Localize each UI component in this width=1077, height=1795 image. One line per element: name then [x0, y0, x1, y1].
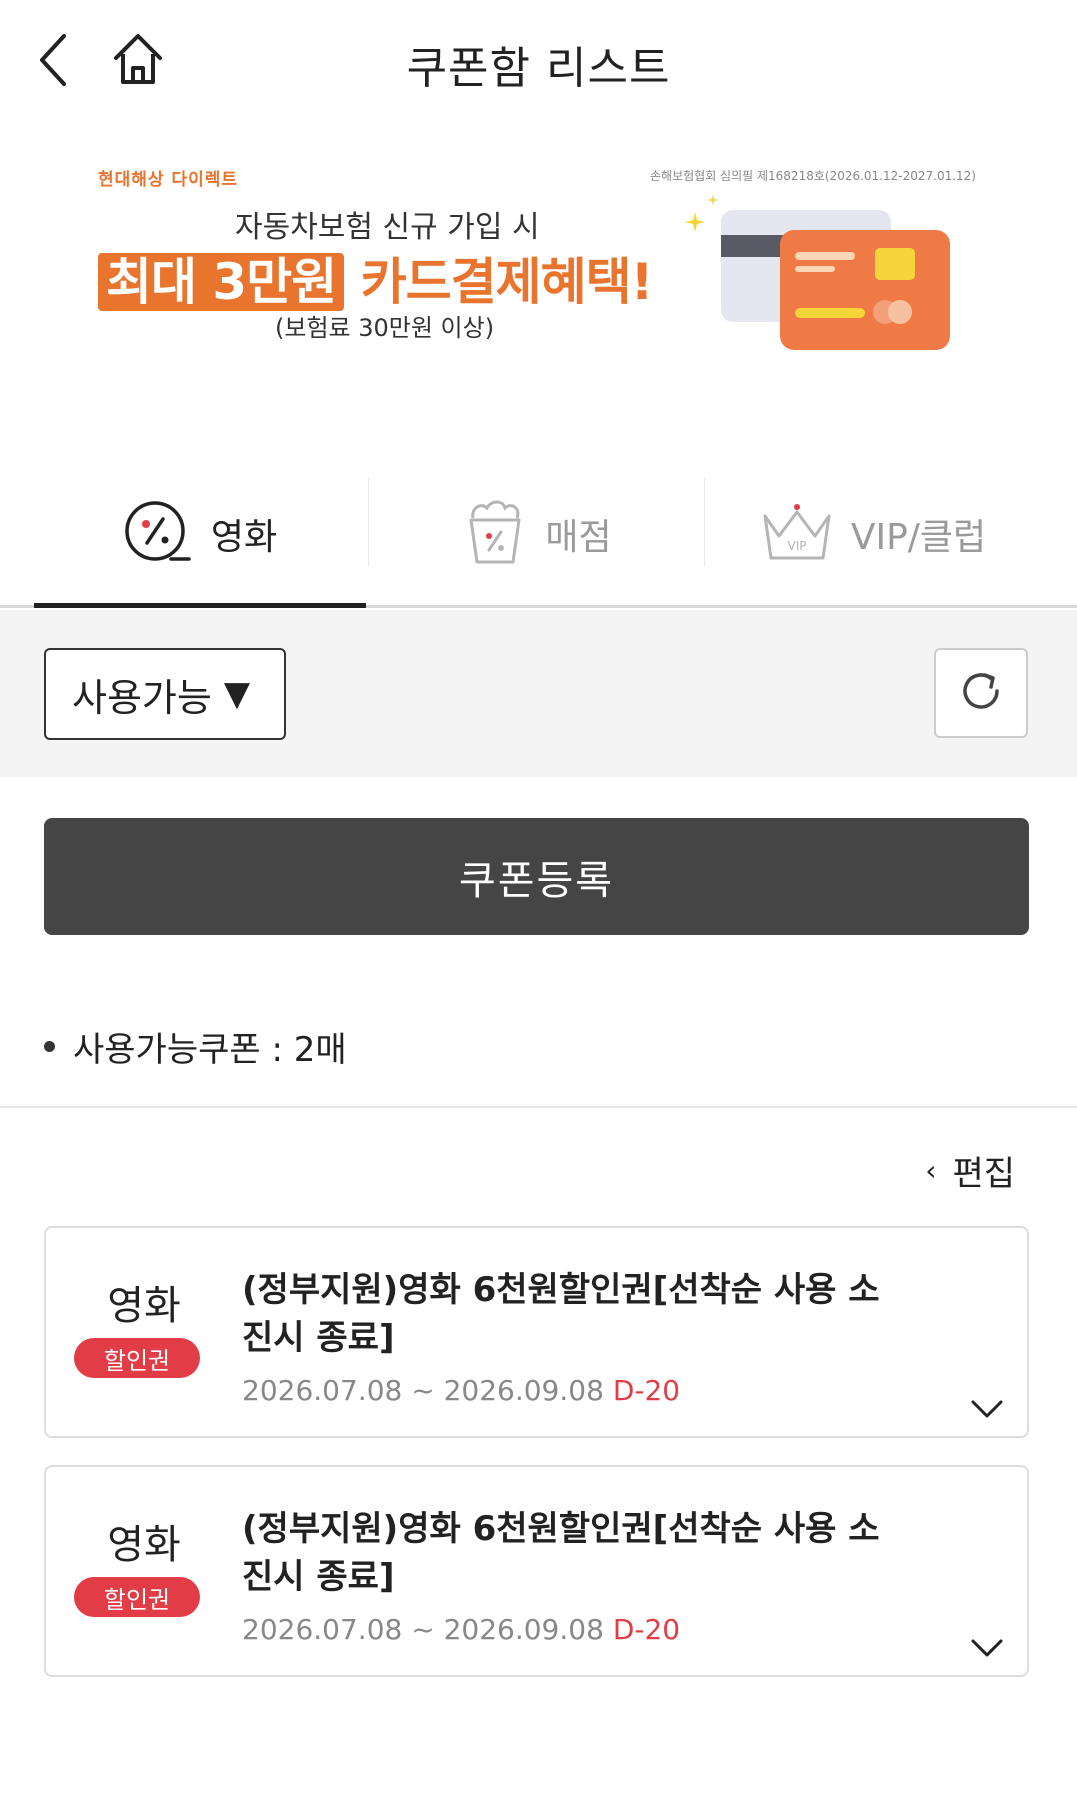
dropdown-arrow-icon: ▼: [223, 674, 250, 714]
coupon-category: 영화: [107, 1283, 181, 1329]
svg-text:VIP: VIP: [787, 539, 806, 553]
coupon-type-badge: 할인권: [74, 1577, 200, 1617]
popcorn-icon: [463, 496, 527, 572]
page-title: 쿠폰함 리스트: [406, 43, 671, 94]
tab-vip-club[interactable]: VIP VIP/클럽: [706, 460, 1041, 608]
tab-store[interactable]: 매점: [370, 460, 705, 608]
coupon-item[interactable]: 영화 할인권 (정부지원)영화 6천원할인권[선착순 사용 소진시 종료] 20…: [44, 1465, 1029, 1677]
promo-banner[interactable]: 현대해상 다이렉트 손해보험협회 심의필 제168218호(2026.01.12…: [80, 150, 1000, 370]
coupon-validity: 2026.07.08 ~ 2026.09.08 D-20: [242, 1613, 680, 1646]
tab-movie[interactable]: 영화: [34, 460, 366, 608]
refresh-icon: [957, 667, 1005, 719]
coupon-title: (정부지원)영화 6천원할인권[선착순 사용 소진시 종료]: [242, 1270, 880, 1358]
coupon-dday: D-20: [612, 1613, 681, 1646]
available-coupon-count-text: 사용가능쿠폰 : 2매: [73, 1030, 347, 1070]
bullet-icon: [44, 1041, 55, 1052]
edit-label: 편집: [952, 1154, 1015, 1194]
vip-crown-icon: VIP: [761, 502, 833, 566]
app-header: 쿠폰함 리스트: [0, 0, 1077, 122]
coupon-period: 2026.07.08 ~ 2026.09.08: [242, 1613, 604, 1646]
coupon-period: 2026.07.08 ~ 2026.09.08: [242, 1374, 604, 1407]
banner-condition: (보험료 30만원 이상): [275, 314, 495, 342]
banner-offer-highlight: 최대 3만원: [98, 253, 345, 311]
status-value: 사용가능: [72, 675, 212, 720]
discount-ticket-icon: [123, 497, 193, 571]
credit-card-illustration-icon: [685, 190, 955, 360]
divider: [0, 1106, 1077, 1108]
refresh-button[interactable]: [934, 648, 1028, 738]
edit-button[interactable]: ‹ 편집: [925, 1146, 1015, 1195]
status-dropdown[interactable]: 사용가능 ▼: [44, 648, 286, 740]
coupon-item[interactable]: 영화 할인권 (정부지원)영화 6천원할인권[선착순 사용 소진시 종료] 20…: [44, 1226, 1029, 1438]
banner-offer-rest: 카드결제혜택!: [360, 253, 654, 311]
banner-offer: 최대 3만원 카드결제혜택!: [98, 242, 654, 314]
chevron-down-icon[interactable]: [967, 1394, 1007, 1424]
tab-divider: [704, 478, 705, 566]
coupon-register-button[interactable]: 쿠폰등록: [44, 818, 1029, 935]
banner-headline: 자동차보험 신규 가입 시: [235, 210, 540, 245]
chevron-down-icon[interactable]: [967, 1633, 1007, 1663]
coupon-category: 영화: [107, 1522, 181, 1568]
tab-divider: [368, 478, 369, 566]
tab-label: 영화: [210, 517, 278, 558]
coupon-validity: 2026.07.08 ~ 2026.09.08 D-20: [242, 1374, 680, 1407]
tab-label: VIP/클럽: [850, 517, 987, 558]
banner-registration: 손해보험협회 심의필 제168218호(2026.01.12-2027.01.1…: [650, 169, 976, 183]
coupon-type-badge: 할인권: [74, 1338, 200, 1378]
coupon-title: (정부지원)영화 6천원할인권[선착순 사용 소진시 종료]: [242, 1509, 880, 1597]
tab-label: 매점: [545, 517, 612, 558]
coupon-dday: D-20: [612, 1374, 681, 1407]
active-tab-indicator: [34, 603, 366, 608]
chevron-left-icon: ‹: [925, 1154, 937, 1187]
banner-brand: 현대해상 다이렉트: [98, 170, 239, 190]
filter-bar: 사용가능 ▼: [0, 610, 1077, 777]
available-coupon-count: 사용가능쿠폰 : 2매: [44, 1022, 347, 1071]
